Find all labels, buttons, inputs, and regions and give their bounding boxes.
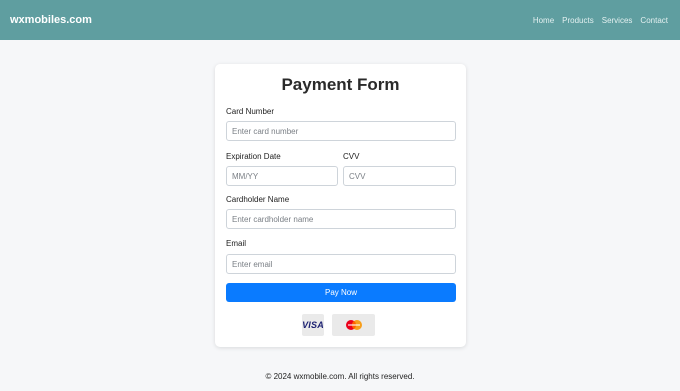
nav-menu: Home Products Services Contact: [533, 16, 668, 25]
payment-form-card: Payment Form Card Number Expiration Date…: [215, 64, 466, 347]
cvv-input[interactable]: [343, 166, 456, 186]
form-title: Payment Form: [281, 75, 400, 94]
nav-link-services[interactable]: Services: [602, 16, 633, 25]
brand-logo[interactable]: wxmobiles.com: [10, 14, 92, 26]
cvv-label: CVV: [343, 152, 360, 161]
cardholder-name-label: Cardholder Name: [226, 195, 290, 204]
email-label: Email: [226, 239, 247, 248]
email-input[interactable]: [226, 254, 456, 274]
mastercard-logo-icon: [345, 320, 362, 330]
nav-link-products[interactable]: Products: [562, 16, 594, 25]
card-number-label: Card Number: [226, 107, 275, 116]
pay-now-button[interactable]: Pay Now: [226, 283, 456, 302]
cardholder-name-input[interactable]: [226, 209, 456, 229]
expiration-date-input[interactable]: [226, 166, 338, 186]
navbar: wxmobiles.com Home Products Services Con…: [0, 0, 680, 40]
expiration-date-label: Expiration Date: [226, 152, 281, 161]
visa-card-icon: VISA: [302, 314, 324, 336]
card-number-input[interactable]: [226, 121, 456, 141]
nav-link-contact[interactable]: Contact: [640, 16, 668, 25]
visa-logo-text: VISA: [302, 320, 324, 330]
footer-copyright: © 2024 wxmobile.com. All rights reserved…: [265, 372, 415, 381]
mastercard-icon: [332, 314, 375, 336]
nav-link-home[interactable]: Home: [533, 16, 554, 25]
